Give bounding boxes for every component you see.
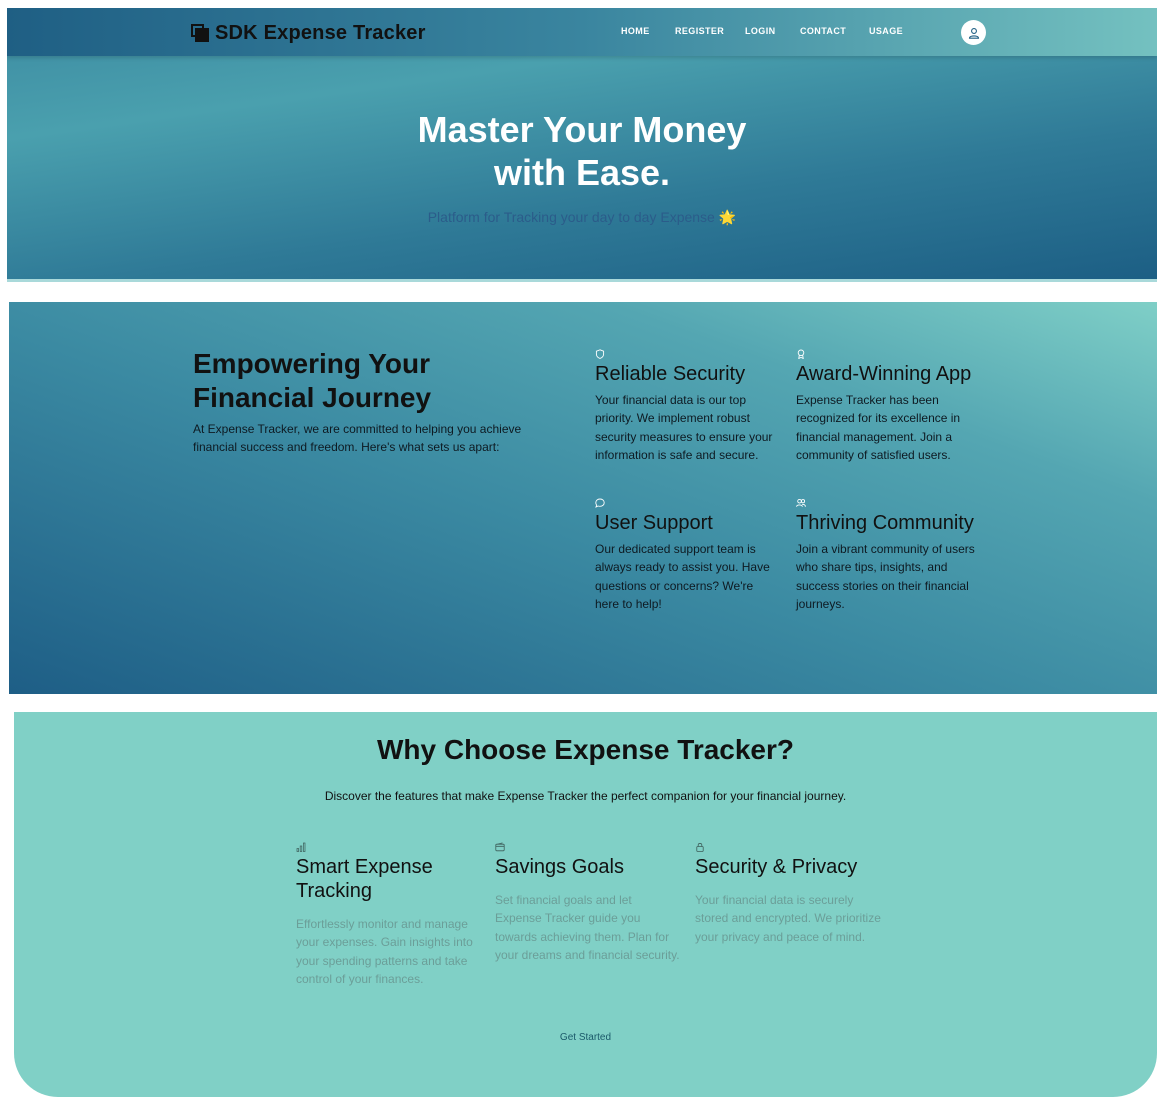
feature-reliable-security: Reliable Security Your financial data is… <box>595 349 780 464</box>
bar-chart-icon <box>296 842 306 852</box>
lock-icon <box>696 843 704 852</box>
hero-title: Master Your Money with Ease. <box>7 108 1157 194</box>
why-subtitle: Discover the features that make Expense … <box>324 789 847 803</box>
why-card-title: Security & Privacy <box>695 856 858 878</box>
nav-link-home[interactable]: HOME <box>621 26 650 36</box>
get-started-link[interactable]: Get Started <box>14 1032 1157 1043</box>
feature-thriving-community: Thriving Community Join a vibrant commun… <box>796 498 981 613</box>
user-icon <box>968 27 979 39</box>
star-emoji-icon: 🌟 <box>718 209 737 225</box>
brand-logo[interactable]: SDK Expense Tracker <box>191 20 426 46</box>
feature-award-winning: Award-Winning App Expense Tracker has be… <box>796 349 981 464</box>
navbar: SDK Expense Tracker HOME REGISTER LOGIN … <box>7 8 1157 56</box>
why-card-title: Savings Goals <box>495 856 624 878</box>
chat-icon <box>595 498 605 508</box>
why-card-security-privacy: Security & Privacy Your financial data i… <box>695 842 881 946</box>
hero-subtitle: Platform for Tracking your day to day Ex… <box>7 209 1157 226</box>
shield-icon <box>595 349 605 359</box>
feature-text: Your financial data is our top priority.… <box>595 393 773 462</box>
user-avatar-button[interactable] <box>961 20 986 45</box>
why-card-title: Smart Expense Tracking <box>296 856 433 902</box>
why-card-text: Effortlessly monitor and manage your exp… <box>296 917 473 986</box>
nav-link-contact[interactable]: CONTACT <box>800 26 846 36</box>
hero-title-text: Master Your Money with Ease. <box>417 109 747 193</box>
about-description: At Expense Tracker, we are committed to … <box>193 422 522 454</box>
nav-link-usage[interactable]: USAGE <box>869 26 903 36</box>
logo-icon <box>191 24 209 42</box>
users-icon <box>796 498 806 507</box>
feature-title: User Support <box>595 512 713 534</box>
wallet-icon <box>495 842 505 852</box>
feature-title: Award-Winning App <box>796 363 972 385</box>
why-card-savings-goals: Savings Goals Set financial goals and le… <box>495 842 681 964</box>
feature-text: Expense Tracker has been recognized for … <box>796 393 961 462</box>
brand-name: SDK Expense Tracker <box>215 21 426 44</box>
feature-title: Reliable Security <box>595 363 746 385</box>
why-card-text: Your financial data is securely stored a… <box>695 893 881 944</box>
feature-text: Our dedicated support team is always rea… <box>595 542 770 611</box>
award-icon <box>797 349 805 359</box>
nav-link-register[interactable]: REGISTER <box>675 26 724 36</box>
feature-user-support: User Support Our dedicated support team … <box>595 498 780 613</box>
feature-text: Join a vibrant community of users who sh… <box>796 542 975 611</box>
hero-subtitle-text: Platform for Tracking your day to day Ex… <box>427 209 715 225</box>
why-title: Why Choose Expense Tracker? <box>376 734 795 765</box>
why-card-smart-tracking: Smart Expense Tracking Effortlessly moni… <box>296 842 482 988</box>
hero-section: SDK Expense Tracker HOME REGISTER LOGIN … <box>7 8 1157 282</box>
feature-title: Thriving Community <box>796 512 974 534</box>
why-section: Why Choose Expense Tracker? Discover the… <box>14 712 1157 1097</box>
about-title: Empowering Your Financial Journey <box>193 348 432 413</box>
why-card-text: Set financial goals and let Expense Trac… <box>495 893 680 962</box>
nav-link-login[interactable]: LOGIN <box>745 26 776 36</box>
about-section: Empowering Your Financial Journey At Exp… <box>9 302 1157 694</box>
